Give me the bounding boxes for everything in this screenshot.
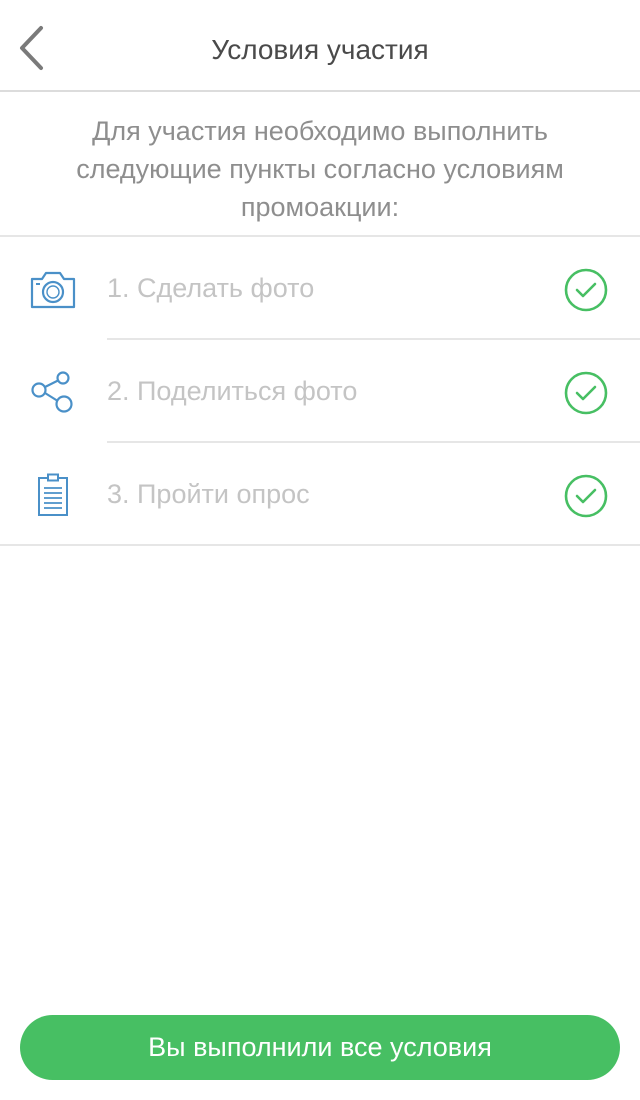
page-title: Условия участия [211, 34, 429, 65]
condition-label: 2. Поделиться фото [107, 376, 358, 406]
condition-item-photo[interactable]: 1. Сделать фото [0, 237, 640, 340]
condition-label: 1. Сделать фото [107, 273, 315, 303]
navigation-bar: Условия участия [0, 0, 640, 92]
intro-text: Для участия необходимо выполнить следующ… [76, 116, 564, 222]
check-circle-icon [563, 267, 609, 313]
check-circle-icon [563, 370, 609, 416]
all-conditions-met-button[interactable]: Вы выполнили все условия [20, 1015, 620, 1080]
share-icon [28, 370, 78, 414]
clipboard-icon [28, 473, 78, 517]
conditions-list: 1. Сделать фото 2. Поделиться фото 3. Пр… [0, 235, 640, 546]
camera-icon [28, 267, 78, 311]
check-circle-icon [563, 473, 609, 519]
condition-item-survey[interactable]: 3. Пройти опрос [0, 443, 640, 546]
condition-item-share[interactable]: 2. Поделиться фото [0, 340, 640, 443]
condition-label: 3. Пройти опрос [107, 479, 310, 509]
